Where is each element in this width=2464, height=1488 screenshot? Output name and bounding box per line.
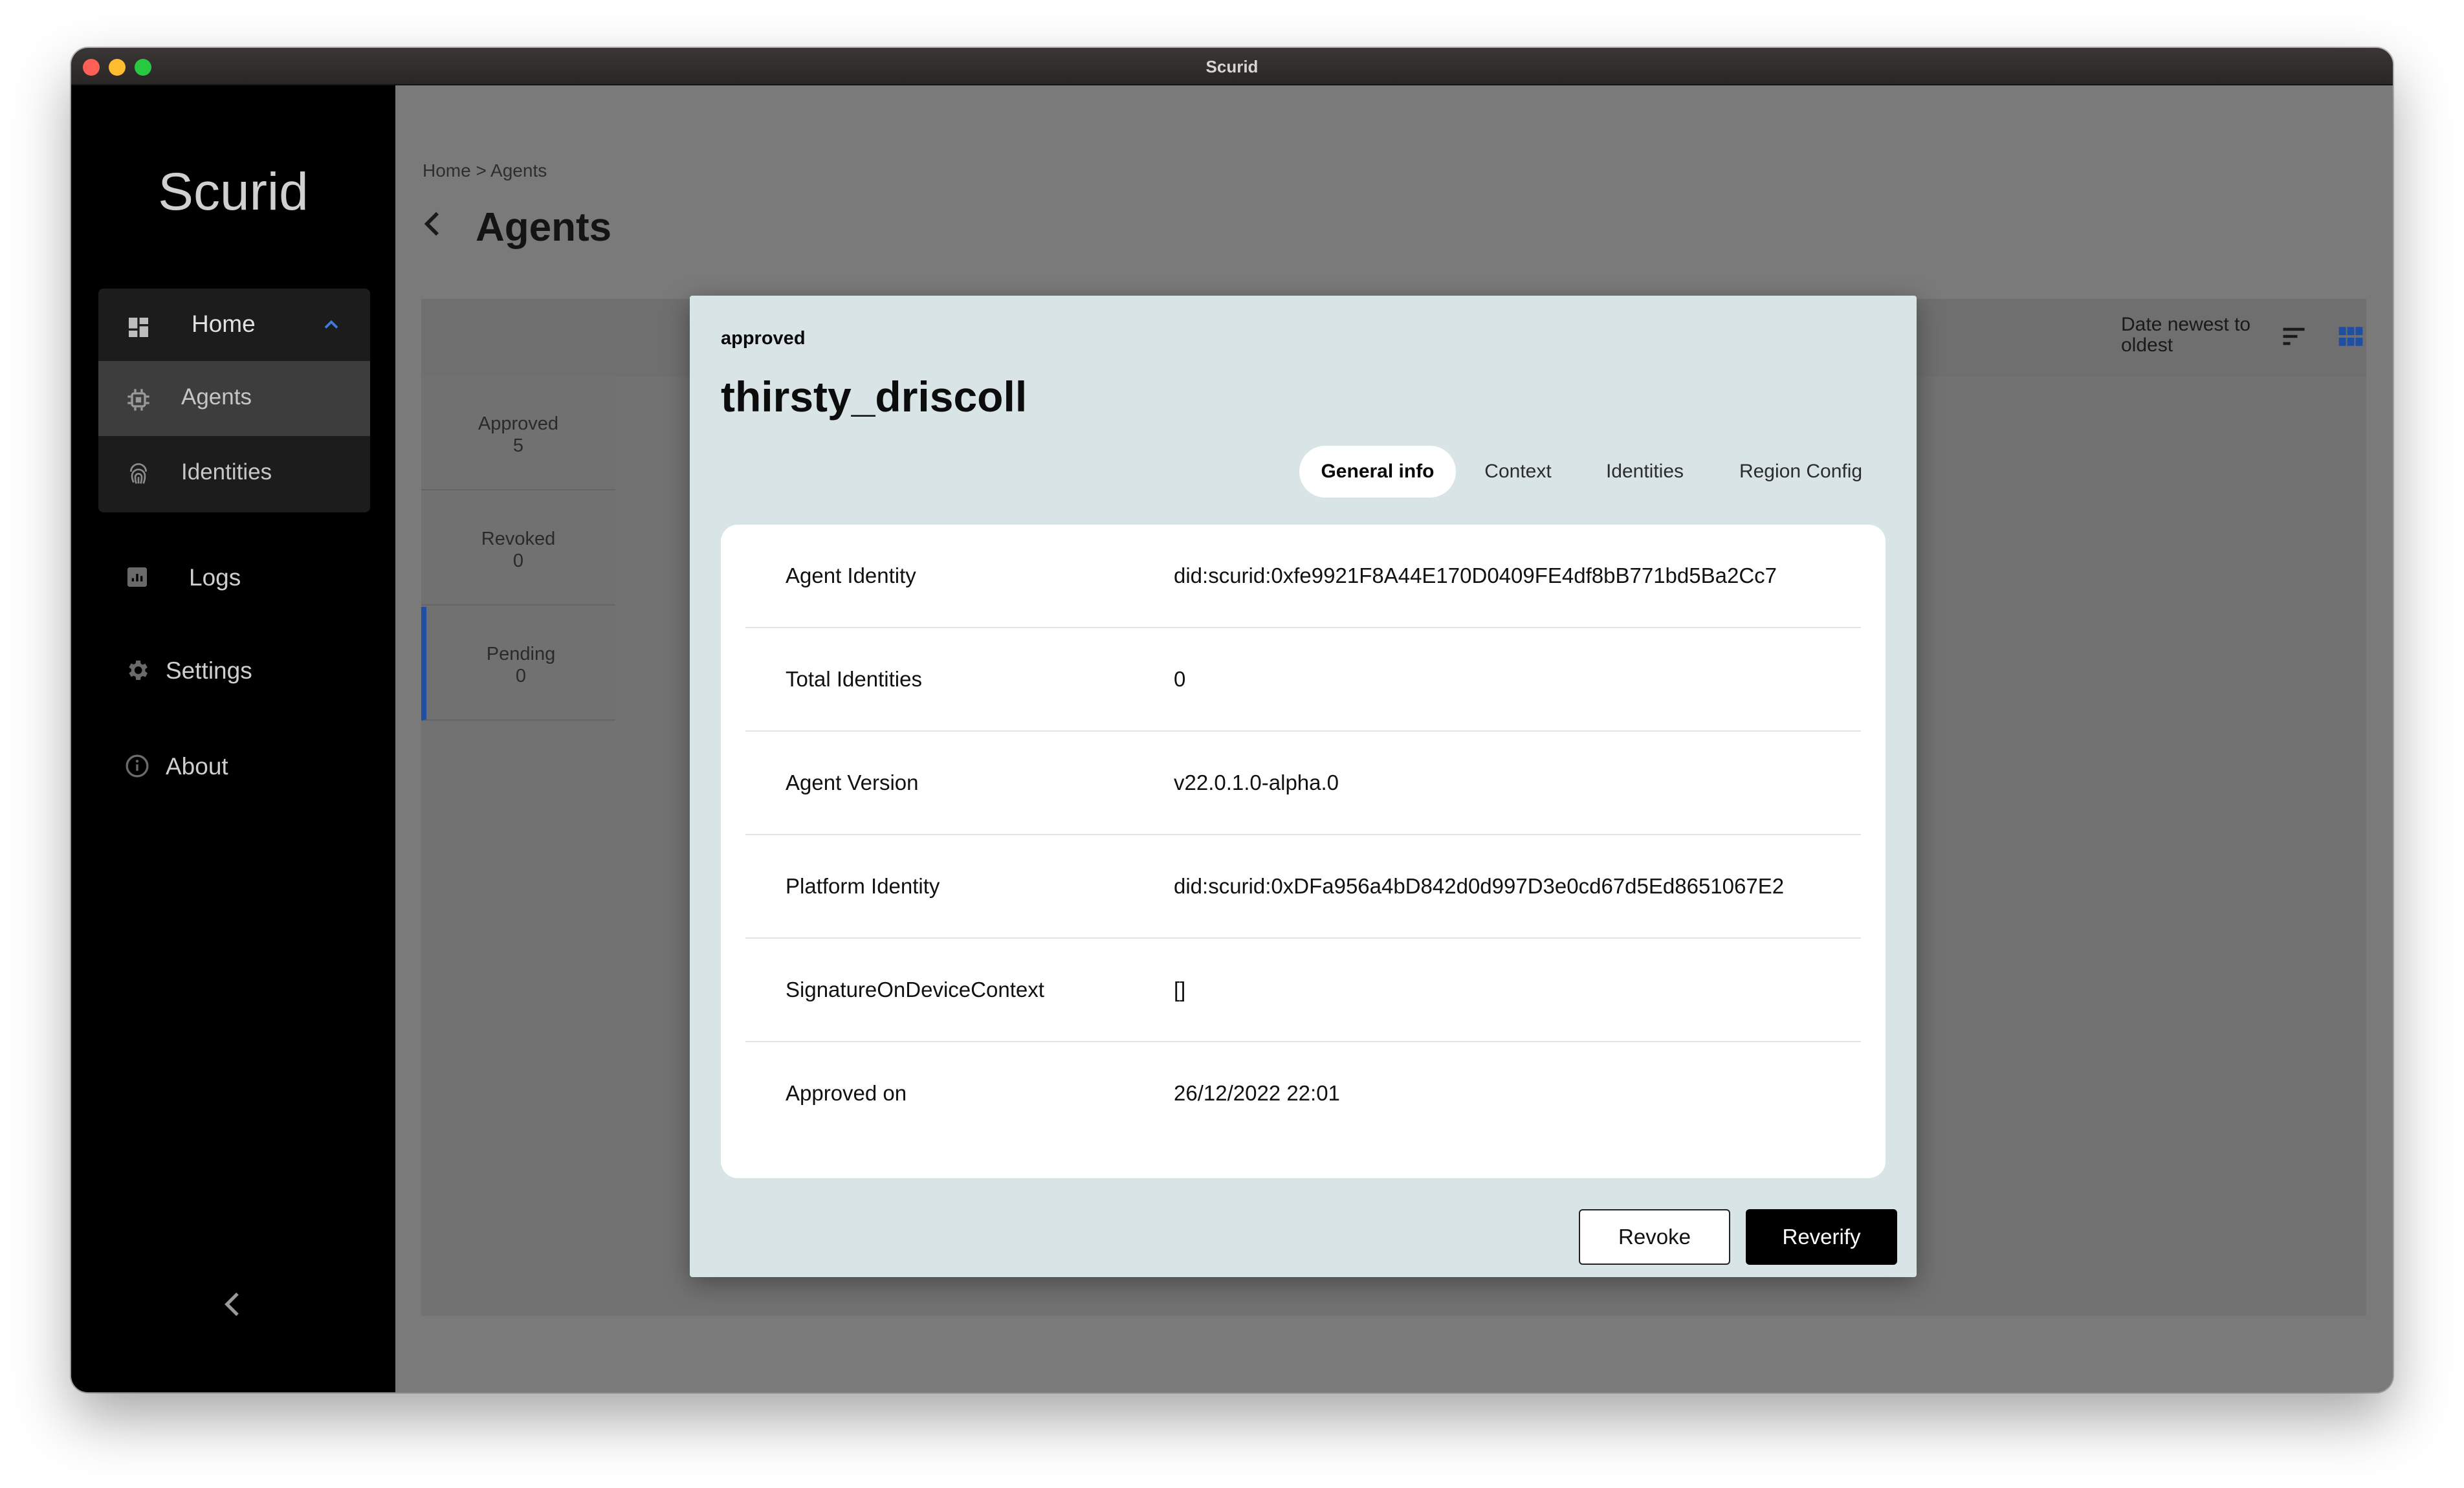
tab-context[interactable]: Context <box>1466 446 1570 498</box>
sidebar-item-about[interactable]: About <box>124 740 370 792</box>
filter-label: Revoked <box>481 529 556 549</box>
info-value: did:scurid:0xfe9921F8A44E170D0409FE4df8b… <box>1174 563 1777 587</box>
chevron-up-icon[interactable] <box>320 313 343 336</box>
app-window: Scurid Scurid Home Agents Identities Log… <box>71 48 2393 1392</box>
info-row-total-identities: Total Identities 0 <box>745 628 1861 732</box>
reverify-button[interactable]: Reverify <box>1746 1209 1897 1265</box>
chart-icon <box>124 564 150 590</box>
sidebar: Scurid Home Agents Identities Logs Setti… <box>71 85 395 1392</box>
filter-count: 0 <box>512 551 524 571</box>
info-value: 0 <box>1174 667 1186 691</box>
sidebar-item-label: Logs <box>189 564 241 591</box>
filter-revoked[interactable]: Revoked 0 <box>421 492 615 606</box>
collapse-sidebar-button[interactable] <box>215 1286 251 1322</box>
back-button[interactable] <box>415 206 451 242</box>
info-key: Approved on <box>786 1081 907 1105</box>
breadcrumb[interactable]: Home > Agents <box>423 160 547 181</box>
info-value: 26/12/2022 22:01 <box>1174 1081 1340 1105</box>
general-info-card: Agent Identity did:scurid:0xfe9921F8A44E… <box>721 525 1886 1178</box>
dashboard-icon <box>126 314 151 340</box>
sidebar-item-label: Agents <box>181 384 252 410</box>
info-row-platform-identity: Platform Identity did:scurid:0xDFa956a4b… <box>745 835 1861 939</box>
info-key: Agent Identity <box>786 563 916 587</box>
info-row-approved-on: Approved on 26/12/2022 22:01 <box>745 1042 1861 1146</box>
sidebar-item-label: About <box>166 753 228 780</box>
filter-approved[interactable]: Approved 5 <box>421 377 615 490</box>
sidebar-item-logs[interactable]: Logs <box>124 551 370 603</box>
window-title: Scurid <box>1205 57 1259 76</box>
info-icon <box>124 753 150 779</box>
filter-label: Approved <box>478 413 559 434</box>
page-title: Agents <box>476 205 612 250</box>
sidebar-item-agents[interactable]: Agents <box>98 361 370 436</box>
info-value: did:scurid:0xDFa956a4bD842d0d997D3e0cd67… <box>1174 874 1785 898</box>
filter-count: 0 <box>515 666 527 686</box>
filter-label: Pending <box>486 644 556 664</box>
sort-order-label[interactable]: Date newest to oldest <box>2121 314 2270 356</box>
info-value: v22.0.1.0-alpha.0 <box>1174 771 1339 794</box>
sidebar-item-settings[interactable]: Settings <box>124 644 370 696</box>
info-row-signature-context: SignatureOnDeviceContext [] <box>745 939 1861 1042</box>
status-badge: approved <box>721 328 806 349</box>
fingerprint-icon <box>126 462 151 488</box>
sort-icon[interactable] <box>2280 322 2308 351</box>
status-filters: Approved 5 Revoked 0 Pending 0 <box>421 377 615 726</box>
sidebar-item-label: Identities <box>181 459 272 485</box>
info-key: SignatureOnDeviceContext <box>786 978 1044 1001</box>
info-value: [] <box>1174 978 1186 1001</box>
sidebar-item-label: Home <box>192 311 256 337</box>
filter-count: 5 <box>512 435 524 456</box>
sidebar-item-identities[interactable]: Identities <box>98 436 370 511</box>
chip-icon <box>126 387 151 413</box>
info-key: Total Identities <box>786 667 922 691</box>
sidebar-item-label: Settings <box>166 657 252 684</box>
revoke-button[interactable]: Revoke <box>1579 1209 1730 1265</box>
info-key: Platform Identity <box>786 874 940 898</box>
tab-general-info[interactable]: General info <box>1299 446 1456 498</box>
tab-identities[interactable]: Identities <box>1580 446 1710 498</box>
title-bar: Scurid <box>71 48 2393 85</box>
info-key: Agent Version <box>786 771 919 794</box>
filter-pending[interactable]: Pending 0 <box>421 607 615 721</box>
nav-group-home: Home Agents Identities <box>98 289 370 512</box>
gear-icon <box>124 657 150 683</box>
grid-view-icon[interactable] <box>2337 322 2365 351</box>
agent-name: thirsty_driscoll <box>721 373 1028 421</box>
agent-details-modal: approved thirsty_driscoll General info C… <box>690 296 1917 1277</box>
brand-logo: Scurid <box>158 162 309 221</box>
tab-region-config[interactable]: Region Config <box>1720 446 1882 498</box>
info-row-agent-identity: Agent Identity did:scurid:0xfe9921F8A44E… <box>745 525 1861 628</box>
info-row-agent-version: Agent Version v22.0.1.0-alpha.0 <box>745 732 1861 835</box>
sidebar-item-home[interactable]: Home <box>98 289 370 361</box>
